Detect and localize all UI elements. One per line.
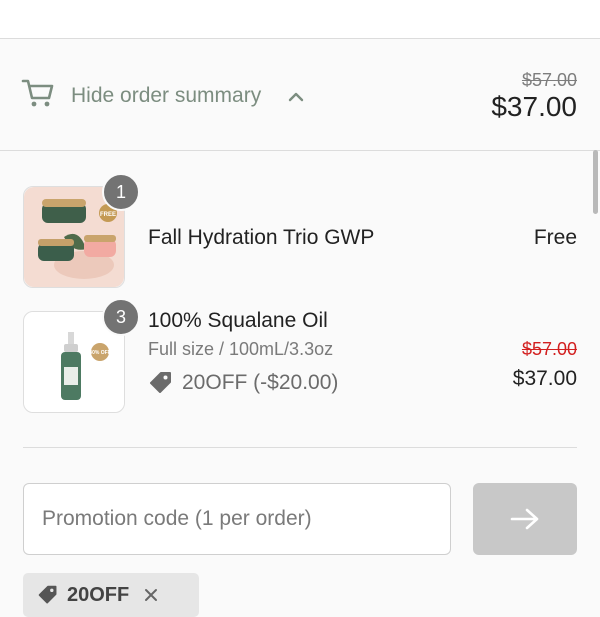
apply-promo-button[interactable] <box>473 483 577 555</box>
item-price: Free <box>533 226 577 249</box>
quantity-badge: 3 <box>102 298 140 336</box>
promotion-code-input[interactable] <box>23 483 451 555</box>
tag-icon <box>38 585 57 604</box>
divider <box>23 447 577 448</box>
cart-icon <box>21 79 54 107</box>
discount-row: 20OFF (-$20.00) <box>148 369 338 397</box>
top-bar <box>0 0 600 39</box>
item-price: $37.00 <box>512 367 577 390</box>
item-title: 100% Squalane Oil <box>148 309 328 332</box>
discount-code-text: 20OFF (-$20.00) <box>182 371 339 394</box>
scrollbar[interactable] <box>593 150 598 214</box>
original-total: $57.00 <box>521 70 577 90</box>
item-variant: Full size / 100mL/3.3oz <box>148 339 334 359</box>
applied-code-chip: 20OFF <box>23 573 199 617</box>
tag-icon <box>150 372 171 393</box>
quantity-badge: 1 <box>102 173 140 211</box>
product-thumbnail: 40% OFF 3 <box>23 298 140 413</box>
product-thumbnail: FREE 1 <box>23 173 140 288</box>
item-title: Fall Hydration Trio GWP <box>148 226 375 249</box>
applied-code-text: 20OFF <box>67 583 130 606</box>
sale-badge-text: 40% OFF <box>89 350 110 356</box>
arrow-right-icon <box>510 508 539 530</box>
chevron-up-icon <box>288 92 304 102</box>
order-total: $37.00 <box>491 91 577 122</box>
remove-code-icon[interactable] <box>143 587 159 603</box>
order-summary-toggle[interactable]: Hide order summary $57.00 $37.00 <box>0 39 600 151</box>
free-badge-text: FREE <box>100 212 116 218</box>
item-original-price: $57.00 <box>521 339 577 359</box>
toggle-summary-label[interactable]: Hide order summary <box>71 84 261 108</box>
